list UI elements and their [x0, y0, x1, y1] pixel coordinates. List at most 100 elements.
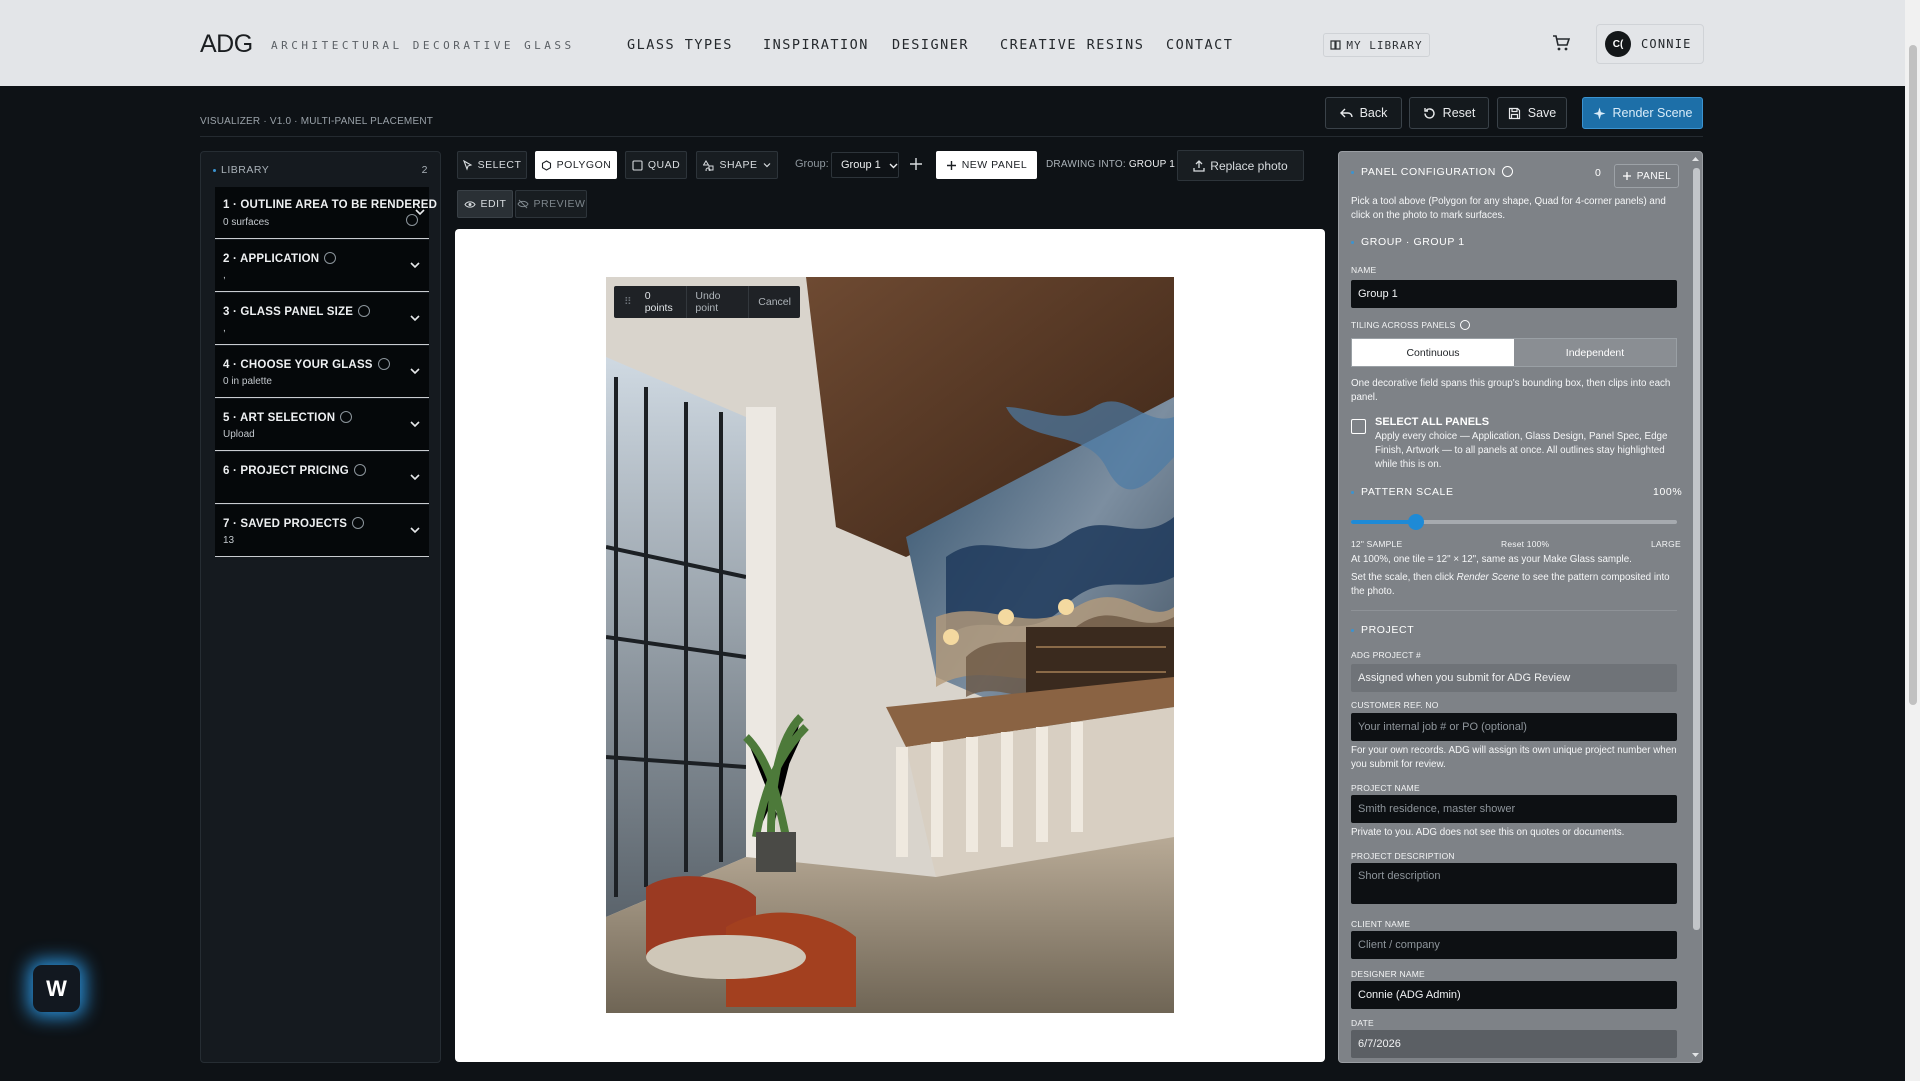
point-count: 0 points: [644, 290, 673, 314]
render-scene-button[interactable]: Render Scene: [1582, 97, 1703, 129]
step-title: 3 · GLASS PANEL SIZE: [223, 306, 354, 318]
page-scrollbar-thumb[interactable]: [1909, 45, 1917, 705]
config-scrollbar[interactable]: [1692, 168, 1700, 1062]
nav-inspiration[interactable]: INSPIRATION: [763, 37, 869, 53]
save-icon: [1508, 107, 1520, 119]
assistant-widget-button[interactable]: W: [33, 965, 80, 1012]
chevron-down-icon[interactable]: [409, 259, 421, 271]
new-panel-button[interactable]: NEW PANEL: [936, 151, 1037, 179]
scene-photo[interactable]: [606, 277, 1174, 1013]
tiling-label-text: TILING ACROSS PANELS: [1351, 320, 1456, 330]
chevron-down-icon[interactable]: [409, 365, 421, 377]
polygon-tool-label: POLYGON: [556, 159, 612, 171]
client-name-label: CLIENT NAME: [1351, 919, 1411, 929]
step-title: 4 · CHOOSE YOUR GLASS: [223, 359, 373, 371]
panel-configuration: PANEL CONFIGURATION 0 PANEL Pick a tool …: [1338, 151, 1703, 1063]
info-icon[interactable]: [358, 305, 371, 317]
client-name-input[interactable]: Client / company: [1351, 931, 1677, 959]
back-label: Back: [1359, 106, 1388, 120]
tiling-description: One decorative field spans this group's …: [1351, 378, 1671, 403]
edit-mode-label: EDIT: [480, 198, 507, 210]
step-subtitle: 0 surfaces: [223, 217, 270, 228]
shape-dropdown[interactable]: SHAPE: [696, 151, 778, 179]
info-icon[interactable]: [324, 252, 337, 264]
polygon-status-bar: ⠿ 0 points Undo point Cancel: [614, 286, 800, 318]
chevron-down-icon[interactable]: [409, 312, 421, 324]
scale-max-label: LARGE: [1651, 539, 1681, 549]
step-application[interactable]: 2 · APPLICATION ,: [215, 240, 429, 292]
config-scrollbar-thumb[interactable]: [1693, 168, 1700, 930]
nav-contact[interactable]: CONTACT: [1166, 37, 1233, 53]
scroll-down-icon[interactable]: [1691, 1051, 1700, 1059]
step-outline-area[interactable]: 1 · OUTLINE AREA TO BE RENDERED 0 surfac…: [215, 187, 437, 239]
user-menu-button[interactable]: C( CONNIE: [1596, 24, 1704, 64]
scale-min-label: 12" SAMPLE: [1351, 539, 1403, 549]
preview-mode-button[interactable]: PREVIEW: [515, 190, 587, 218]
cart-icon[interactable]: [1552, 34, 1570, 52]
info-icon[interactable]: [1501, 166, 1513, 177]
info-icon[interactable]: [353, 464, 366, 476]
add-group-icon[interactable]: [909, 157, 923, 171]
scroll-up-icon[interactable]: [1691, 155, 1700, 163]
brand-logo[interactable]: ADG: [200, 30, 253, 59]
scale-note: At 100%, one tile = 12" × 12", same as y…: [1351, 554, 1632, 565]
page-scrollbar[interactable]: [1905, 0, 1920, 1081]
sparkle-icon: [1593, 107, 1606, 119]
my-library-button[interactable]: MY LIBRARY: [1323, 33, 1430, 57]
drawing-into-label: DRAWING INTO:: [1046, 159, 1126, 170]
reset-button[interactable]: Reset: [1409, 97, 1489, 129]
nav-glass-types[interactable]: GLASS TYPES: [627, 37, 733, 53]
step-glass-panel-size[interactable]: 3 · GLASS PANEL SIZE ,: [215, 293, 429, 345]
scale-reset-button[interactable]: Reset 100%: [1501, 539, 1549, 549]
back-arrow-icon: [1339, 108, 1353, 118]
select-tool-button[interactable]: SELECT: [457, 151, 527, 179]
chevron-down-icon[interactable]: [409, 524, 421, 536]
step-choose-glass[interactable]: 4 · CHOOSE YOUR GLASS 0 in palette: [215, 346, 429, 398]
tiling-independent-option[interactable]: Independent: [1514, 339, 1676, 366]
step-title: 5 · ART SELECTION: [223, 412, 336, 424]
photo-canvas[interactable]: ⠿ 0 points Undo point Cancel: [455, 229, 1325, 1062]
chevron-down-icon[interactable]: [409, 418, 421, 430]
tiling-continuous-option[interactable]: Continuous: [1352, 339, 1514, 366]
quad-tool-button[interactable]: QUAD: [625, 151, 687, 179]
undo-point-button[interactable]: Undo point: [686, 290, 748, 314]
step-art-selection[interactable]: 5 · ART SELECTION Upload: [215, 399, 429, 451]
date-input[interactable]: 6/7/2026: [1351, 1030, 1677, 1058]
back-button[interactable]: Back: [1325, 97, 1402, 129]
info-icon[interactable]: [377, 358, 390, 370]
step-saved-projects[interactable]: 7 · SAVED PROJECTS 13: [215, 505, 429, 557]
nav-creative-resins[interactable]: CREATIVE RESINS: [1000, 37, 1144, 53]
cancel-polygon-button[interactable]: Cancel: [749, 296, 800, 308]
chevron-down-icon[interactable]: [414, 206, 426, 218]
group-name-input[interactable]: Group 1: [1351, 280, 1677, 308]
slider-thumb[interactable]: [1408, 514, 1425, 530]
drag-handle-icon[interactable]: ⠿: [614, 296, 636, 308]
replace-photo-button[interactable]: Replace photo: [1177, 150, 1304, 181]
library-panel: LIBRARY 2 1 · OUTLINE AREA TO BE RENDERE…: [200, 151, 441, 1063]
project-description-input[interactable]: Short description: [1351, 863, 1677, 904]
tiling-toggle: Continuous Independent: [1351, 338, 1677, 367]
designer-name-input[interactable]: Connie (ADG Admin): [1351, 981, 1677, 1009]
info-icon[interactable]: [1460, 320, 1471, 330]
add-panel-button[interactable]: PANEL: [1614, 164, 1679, 188]
select-all-checkbox[interactable]: [1351, 419, 1366, 434]
project-name-input[interactable]: Smith residence, master shower: [1351, 795, 1677, 823]
edit-mode-button[interactable]: EDIT: [457, 190, 513, 218]
info-icon[interactable]: [340, 411, 353, 423]
pattern-scale-slider[interactable]: [1351, 514, 1677, 530]
nav-designer[interactable]: DESIGNER: [892, 37, 969, 53]
divider: [1351, 610, 1677, 611]
brand-tagline: ARCHITECTURAL DECORATIVE GLASS: [271, 39, 575, 52]
hexagon-icon: [541, 159, 551, 171]
chevron-down-icon[interactable]: [409, 471, 421, 483]
customer-ref-input[interactable]: Your internal job # or PO (optional): [1351, 713, 1677, 741]
step-project-pricing[interactable]: 6 · PROJECT PRICING: [215, 452, 429, 504]
save-button[interactable]: Save: [1497, 97, 1567, 129]
save-label: Save: [1527, 106, 1557, 120]
info-icon[interactable]: [352, 517, 365, 529]
eye-icon: [463, 200, 476, 208]
polygon-tool-button[interactable]: POLYGON: [535, 151, 617, 179]
group-select[interactable]: Group 1: [831, 152, 899, 178]
pattern-scale-value: 100%: [1653, 486, 1683, 498]
cursor-icon: [462, 159, 472, 171]
